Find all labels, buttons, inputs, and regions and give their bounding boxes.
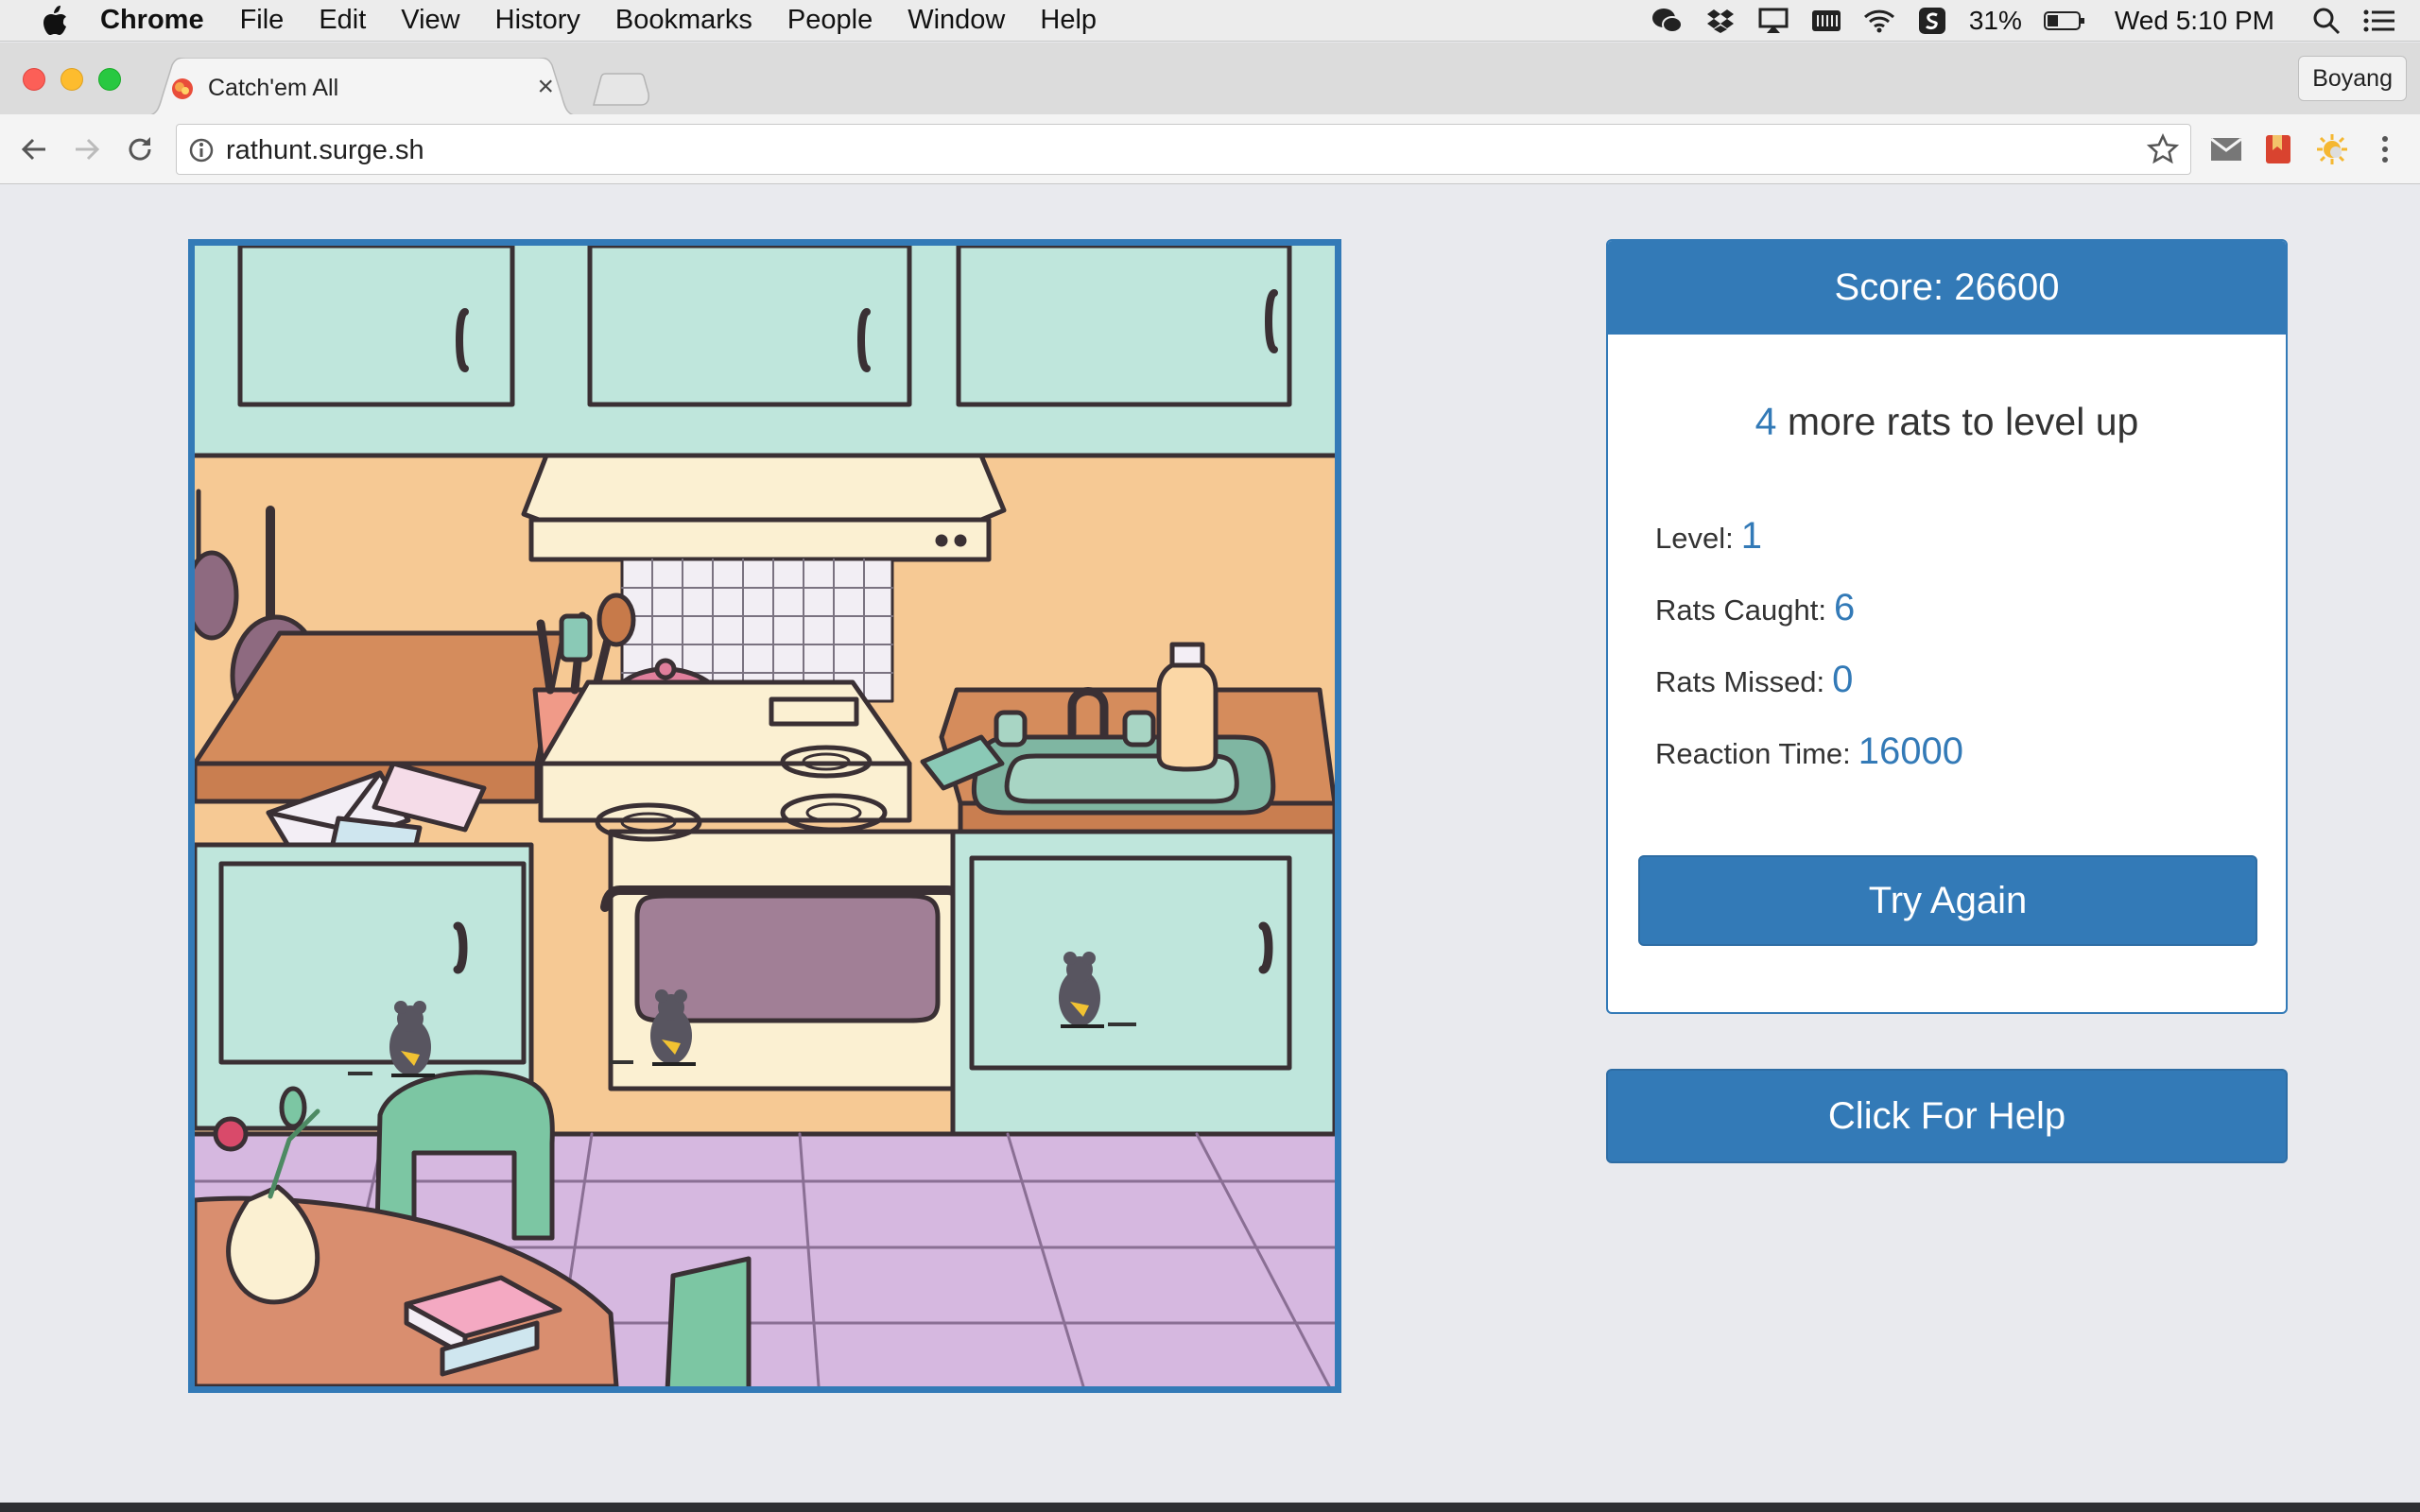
browser-toolbar: rathunt.surge.sh <box>0 114 2420 184</box>
bookmark-star-icon[interactable] <box>2147 133 2179 165</box>
menu-app-chrome[interactable]: Chrome <box>100 5 204 36</box>
tab-title: Catch'em All <box>208 75 339 101</box>
kitchen-scene <box>195 246 1335 1386</box>
chrome-menu-icon[interactable] <box>2367 131 2403 167</box>
score-panel: Score: 26600 4 more rats to level up Lev… <box>1606 239 2288 1014</box>
airplay-icon[interactable] <box>1757 5 1789 37</box>
sun-extension-icon[interactable] <box>2314 131 2350 167</box>
window-bottom-edge <box>0 1503 2420 1512</box>
menu-help[interactable]: Help <box>1040 5 1097 36</box>
menu-window[interactable]: Window <box>908 5 1005 36</box>
battery-percent: 31% <box>1968 6 2022 35</box>
apple-logo-icon[interactable] <box>34 0 76 42</box>
new-tab-button[interactable] <box>588 73 650 107</box>
keyboard-icon[interactable] <box>1810 5 1842 37</box>
bookmark-extension-icon[interactable] <box>2260 131 2296 167</box>
stat-reaction-label: Reaction Time: <box>1655 737 1851 770</box>
rats-to-level-count: 4 <box>1754 400 1777 443</box>
level-up-message: 4 more rats to level up <box>1608 400 2286 444</box>
notification-center-icon[interactable] <box>2363 5 2395 37</box>
window-zoom-button[interactable] <box>98 68 121 91</box>
menu-people[interactable]: People <box>787 5 873 36</box>
wechat-icon[interactable] <box>1651 5 1684 37</box>
clock[interactable]: Wed 5:10 PM <box>2115 6 2274 36</box>
info-icon[interactable] <box>188 137 215 163</box>
wifi-icon[interactable] <box>1863 5 1895 37</box>
arrow-right-icon <box>76 138 100 161</box>
url-text[interactable]: rathunt.surge.sh <box>226 135 424 166</box>
menu-bar: Chrome File Edit View History Bookmarks … <box>0 0 2420 42</box>
window-minimize-button[interactable] <box>60 68 83 91</box>
help-button[interactable]: Click For Help <box>1606 1069 2288 1163</box>
menu-history[interactable]: History <box>495 5 580 36</box>
menu-view[interactable]: View <box>401 5 459 36</box>
stat-caught-label: Rats Caught: <box>1655 593 1826 627</box>
tab-active[interactable]: Catch'em All × <box>144 58 580 116</box>
level-up-text: more rats to level up <box>1787 400 2139 443</box>
address-bar[interactable]: rathunt.surge.sh <box>176 124 2191 175</box>
profile-button[interactable]: Boyang <box>2298 56 2407 101</box>
stat-level: Level: 1 <box>1655 515 1762 558</box>
stat-caught-value: 6 <box>1833 587 1856 628</box>
tab-close-icon[interactable]: × <box>537 71 554 103</box>
spotlight-search-icon[interactable] <box>2310 5 2342 37</box>
sync-app-icon[interactable] <box>1916 5 1948 37</box>
stat-reaction-time: Reaction Time: 16000 <box>1655 730 1963 773</box>
score-heading: Score: 26600 <box>1608 241 2286 335</box>
back-button[interactable] <box>15 130 53 168</box>
try-again-button[interactable]: Try Again <box>1638 855 2257 946</box>
tab-strip: Catch'em All × Boyang <box>0 43 2420 116</box>
arrow-left-icon <box>21 138 45 161</box>
dropbox-icon[interactable] <box>1704 5 1737 37</box>
battery-icon[interactable] <box>2043 5 2086 37</box>
reload-button[interactable] <box>121 130 159 168</box>
stat-level-value: 1 <box>1740 515 1762 557</box>
stat-rats-caught: Rats Caught: 6 <box>1655 587 1855 629</box>
window-close-button[interactable] <box>23 68 45 91</box>
menu-bookmarks[interactable]: Bookmarks <box>615 5 752 36</box>
stat-level-label: Level: <box>1655 522 1734 555</box>
menu-edit[interactable]: Edit <box>319 5 366 36</box>
game-board[interactable] <box>188 239 1341 1393</box>
reload-icon <box>129 137 151 161</box>
stat-rats-missed: Rats Missed: 0 <box>1655 659 1853 701</box>
stat-missed-label: Rats Missed: <box>1655 665 1825 698</box>
stat-missed-value: 0 <box>1832 659 1854 700</box>
gmail-extension-icon[interactable] <box>2208 131 2244 167</box>
menu-file[interactable]: File <box>240 5 285 36</box>
forward-button[interactable] <box>68 130 106 168</box>
favicon-icon <box>172 78 193 99</box>
stat-reaction-value: 16000 <box>1858 730 1963 772</box>
